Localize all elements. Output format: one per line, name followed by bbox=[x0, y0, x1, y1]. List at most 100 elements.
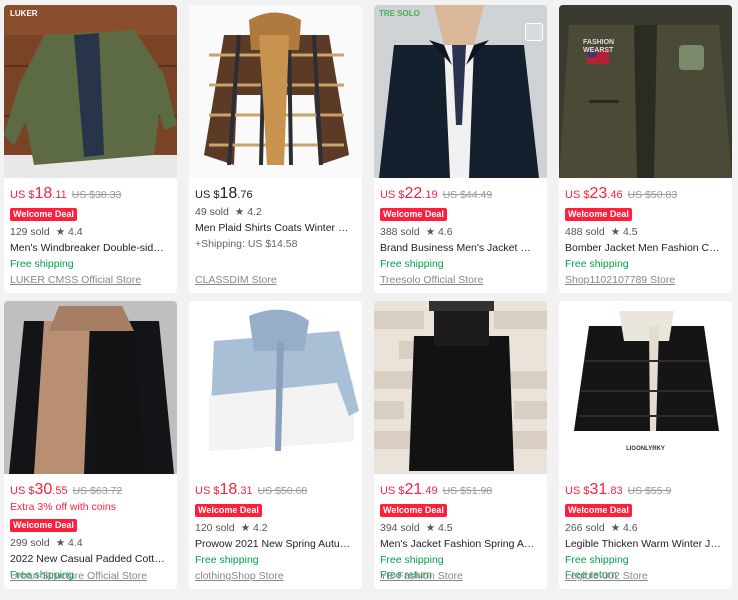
sold-count: 266 sold bbox=[565, 522, 605, 534]
camera-search-icon[interactable] bbox=[525, 23, 543, 41]
original-price: US $44.49 bbox=[442, 189, 493, 201]
price-whole: 22 bbox=[404, 185, 423, 202]
shipping-info: Free shipping bbox=[195, 554, 259, 566]
rating: ★ 4.5 bbox=[425, 522, 453, 534]
sold-rating: 49 sold ★ 4.2 bbox=[195, 206, 356, 219]
price-whole: 30 bbox=[34, 481, 53, 498]
sold-count: 49 sold bbox=[195, 206, 229, 218]
price-whole: 23 bbox=[589, 185, 608, 202]
price: US $22.19 US $44.49 bbox=[380, 185, 541, 204]
store-link[interactable]: LUKER CMSS Official Store bbox=[10, 274, 170, 286]
welcome-deal-badge: Welcome Deal bbox=[565, 504, 632, 517]
product-card[interactable]: US $21.49 US $51.98 Welcome Deal 394 sold… bbox=[374, 301, 547, 589]
price-whole: 18 bbox=[219, 185, 238, 202]
sold-rating: 129 sold ★ 4.4 bbox=[10, 226, 171, 239]
sold-rating: 394 sold ★ 4.5 bbox=[380, 522, 541, 535]
product-card[interactable]: LUKER US $18.11 US $38.33 Welcome Deal 12… bbox=[4, 5, 177, 293]
rating: ★ 4.6 bbox=[425, 226, 453, 238]
rating: ★ 4.4 bbox=[55, 537, 83, 549]
rating: ★ 4.2 bbox=[234, 206, 262, 218]
price-currency: US $ bbox=[10, 485, 35, 497]
original-price: US $55.9 bbox=[627, 485, 672, 497]
original-price: US $38.33 bbox=[71, 189, 122, 201]
product-card[interactable]: US $18.31 US $50.68 Welcome Deal 120 sold… bbox=[189, 301, 362, 589]
product-title[interactable]: Men Plaid Shirts Coats Winter Jacket bbox=[195, 222, 353, 236]
store-link[interactable]: Treesolo Official Store bbox=[380, 274, 540, 286]
product-title[interactable]: Men's Windbreaker Double-sided Jacket bbox=[10, 242, 168, 256]
product-image[interactable] bbox=[4, 301, 177, 474]
product-image[interactable]: FASHION WEARST bbox=[559, 5, 732, 178]
product-title[interactable]: Prowow 2021 New Spring Autumn Jacket bbox=[195, 538, 353, 552]
price: US $18.31 US $50.68 bbox=[195, 481, 356, 500]
store-link[interactable]: YE-Fashion Store bbox=[380, 570, 540, 582]
sold-rating: 266 sold ★ 4.6 bbox=[565, 522, 726, 535]
store-link[interactable]: clothingShop Store bbox=[195, 570, 355, 582]
original-price: US $63.72 bbox=[72, 485, 123, 497]
brand-watermark: LIGONLYRKY bbox=[626, 446, 665, 452]
store-link[interactable]: Urban Structure Official Store bbox=[10, 570, 170, 582]
welcome-deal-badge: Welcome Deal bbox=[195, 504, 262, 517]
welcome-deal-badge: Welcome Deal bbox=[10, 519, 77, 532]
rating: ★ 4.4 bbox=[55, 226, 83, 238]
price-cents: .49 bbox=[422, 485, 438, 497]
product-card[interactable]: US $30.55 US $63.72 Extra 3% off with coi… bbox=[4, 301, 177, 589]
sold-count: 129 sold bbox=[10, 226, 50, 238]
original-price: US $51.98 bbox=[442, 485, 493, 497]
sold-count: 488 sold bbox=[565, 226, 605, 238]
rating: ★ 4.2 bbox=[240, 522, 268, 534]
price-currency: US $ bbox=[195, 189, 220, 201]
product-image[interactable] bbox=[189, 301, 362, 474]
price-whole: 18 bbox=[219, 481, 238, 498]
product-image[interactable] bbox=[374, 301, 547, 474]
original-price: US $50.68 bbox=[257, 485, 308, 497]
price: US $31.83 US $55.9 bbox=[565, 481, 726, 500]
rating: ★ 4.5 bbox=[610, 226, 638, 238]
product-card[interactable]: TRE SOLO US $22.19 US $44.49 Welcome Deal… bbox=[374, 5, 547, 293]
product-card[interactable]: FASHION WEARST US $23.46 US $50.83 Welcom… bbox=[559, 5, 732, 293]
price-cents: .83 bbox=[607, 485, 623, 497]
store-link[interactable]: Shop1102107789 Store bbox=[565, 274, 725, 286]
shipping-info: Free shipping bbox=[380, 554, 444, 566]
sold-rating: 299 sold ★ 4.4 bbox=[10, 537, 171, 550]
price-cents: .46 bbox=[607, 189, 623, 201]
product-title[interactable]: Legible Thicken Warm Winter Jacket bbox=[565, 538, 723, 552]
sold-rating: 120 sold ★ 4.2 bbox=[195, 522, 356, 535]
price-whole: 21 bbox=[404, 481, 423, 498]
price-currency: US $ bbox=[10, 189, 35, 201]
price-cents: .11 bbox=[52, 189, 67, 201]
price-currency: US $ bbox=[380, 485, 405, 497]
welcome-deal-badge: Welcome Deal bbox=[380, 208, 447, 221]
product-image[interactable]: LUKER bbox=[4, 5, 177, 178]
product-title[interactable]: Men's Jacket Fashion Spring Autumn bbox=[380, 538, 538, 552]
price: US $23.46 US $50.83 bbox=[565, 185, 726, 204]
product-card[interactable]: US $18.76 49 sold ★ 4.2 Men Plaid Shirts … bbox=[189, 5, 362, 293]
price-whole: 18 bbox=[34, 185, 53, 202]
price-currency: US $ bbox=[380, 189, 405, 201]
price: US $30.55 US $63.72 bbox=[10, 481, 171, 500]
product-title[interactable]: 2022 New Casual Padded Cotton Jacket bbox=[10, 553, 168, 567]
sold-rating: 388 sold ★ 4.6 bbox=[380, 226, 541, 239]
price: US $18.11 US $38.33 bbox=[10, 185, 171, 204]
price-cents: .19 bbox=[422, 189, 438, 201]
shipping-info: Free shipping bbox=[565, 554, 629, 566]
product-image[interactable]: LIGONLYRKY bbox=[559, 301, 732, 474]
brand-watermark: TRE SOLO bbox=[379, 9, 420, 18]
price-cents: .76 bbox=[237, 189, 253, 201]
product-title[interactable]: Brand Business Men's Jacket Casual bbox=[380, 242, 538, 256]
store-link[interactable]: Legible-002 Store bbox=[565, 570, 725, 582]
brand-watermark: FASHION WEARST bbox=[583, 39, 615, 54]
product-image[interactable] bbox=[189, 5, 362, 178]
price-currency: US $ bbox=[195, 485, 220, 497]
price-currency: US $ bbox=[565, 189, 590, 201]
price-currency: US $ bbox=[565, 485, 590, 497]
original-price: US $50.83 bbox=[627, 189, 678, 201]
price: US $18.76 bbox=[195, 185, 356, 204]
store-link[interactable]: CLASSDIM Store bbox=[195, 274, 355, 286]
product-card[interactable]: LIGONLYRKY US $31.83 US $55.9 Welcome Dea… bbox=[559, 301, 732, 589]
shipping-info: Free shipping bbox=[10, 258, 74, 270]
rating: ★ 4.6 bbox=[610, 522, 638, 534]
shipping-info: +Shipping: US $14.58 bbox=[195, 238, 298, 250]
product-title[interactable]: Bomber Jacket Men Fashion Casual bbox=[565, 242, 723, 256]
shipping-info: Free shipping bbox=[380, 258, 444, 270]
product-image[interactable]: TRE SOLO bbox=[374, 5, 547, 178]
